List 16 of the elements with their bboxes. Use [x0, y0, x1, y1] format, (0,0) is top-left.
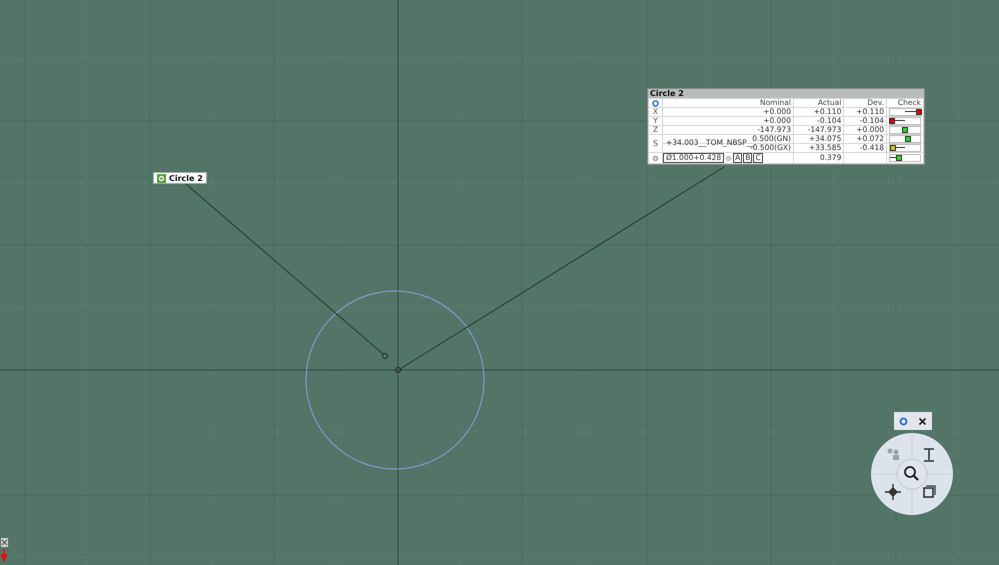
axis-cell: S: [648, 134, 662, 152]
feature-label[interactable]: Circle 2: [153, 172, 207, 184]
axis-triad-icon: [0, 538, 8, 563]
check-gauge: [889, 154, 921, 162]
point-marker-icon: [382, 353, 388, 359]
crosshair-icon[interactable]: [884, 483, 902, 501]
circle-icon: [652, 100, 659, 106]
circle-feature-icon: [157, 174, 166, 182]
frame-icon[interactable]: [923, 485, 936, 498]
search-button[interactable]: [896, 458, 928, 490]
center-point-icon: [395, 367, 401, 373]
table-title: Circle 2: [648, 89, 924, 98]
close-icon[interactable]: [918, 416, 927, 426]
feature-label-text: Circle 2: [169, 174, 203, 182]
text-icon[interactable]: [923, 448, 935, 462]
circle-icon[interactable]: [899, 416, 908, 426]
